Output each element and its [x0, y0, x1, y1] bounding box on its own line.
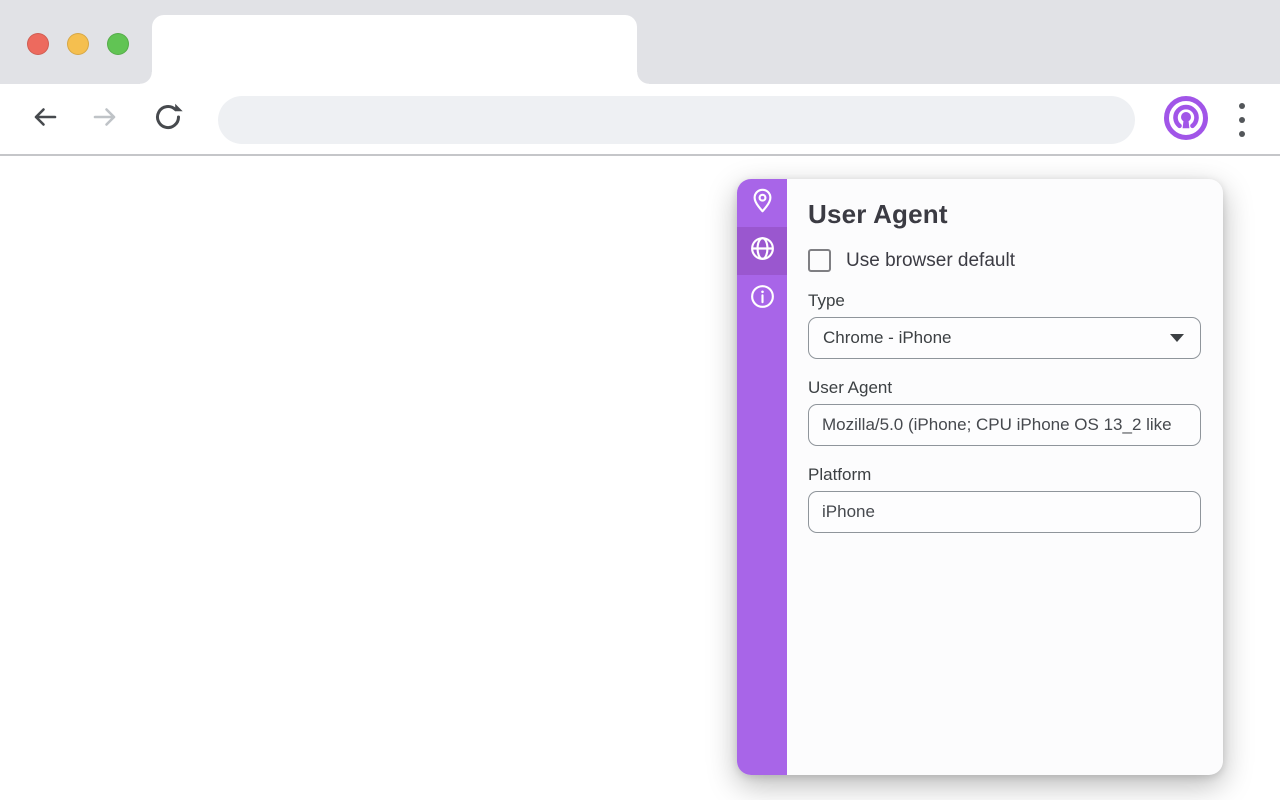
platform-label: Platform	[808, 465, 1201, 484]
reload-icon	[153, 102, 183, 137]
info-icon	[749, 283, 776, 315]
minimize-window-button[interactable]	[67, 33, 89, 55]
browser-topbar	[0, 0, 1280, 84]
sidebar-item-location[interactable]	[737, 179, 787, 227]
sidebar-item-user-agent[interactable]	[737, 227, 787, 275]
type-label: Type	[808, 291, 1201, 310]
globe-icon	[749, 235, 776, 267]
back-arrow-icon	[30, 103, 58, 136]
sidebar-item-info[interactable]	[737, 275, 787, 323]
use-browser-default-checkbox-row[interactable]: Use browser default	[808, 249, 1201, 272]
chevron-down-icon	[1170, 334, 1184, 342]
popup-content: User Agent Use browser default Type Chro…	[787, 179, 1223, 775]
forward-arrow-icon	[92, 103, 120, 136]
maximize-window-button[interactable]	[107, 33, 129, 55]
type-select[interactable]: Chrome - iPhone	[808, 317, 1201, 359]
platform-input[interactable]	[808, 491, 1201, 533]
browser-tab[interactable]	[152, 15, 637, 84]
close-window-button[interactable]	[27, 33, 49, 55]
back-button[interactable]	[22, 97, 66, 141]
checkbox-label: Use browser default	[846, 250, 1015, 272]
use-browser-default-checkbox[interactable]	[808, 249, 831, 272]
page-title: User Agent	[808, 199, 1201, 229]
extension-popup: User Agent Use browser default Type Chro…	[737, 179, 1223, 775]
browser-menu-button[interactable]	[1228, 96, 1256, 144]
user-agent-label: User Agent	[808, 378, 1201, 397]
kebab-menu-icon	[1239, 103, 1245, 109]
type-select-value: Chrome - iPhone	[823, 328, 1170, 348]
extension-button[interactable]	[1160, 94, 1212, 146]
address-bar[interactable]	[218, 96, 1135, 144]
forward-button[interactable]	[84, 97, 128, 141]
window-controls	[27, 33, 129, 55]
popup-sidebar	[737, 179, 787, 775]
user-agent-input[interactable]	[808, 404, 1201, 446]
location-pin-icon	[749, 187, 776, 219]
reload-button[interactable]	[146, 97, 190, 141]
privacy-extension-logo-icon	[1162, 94, 1210, 147]
